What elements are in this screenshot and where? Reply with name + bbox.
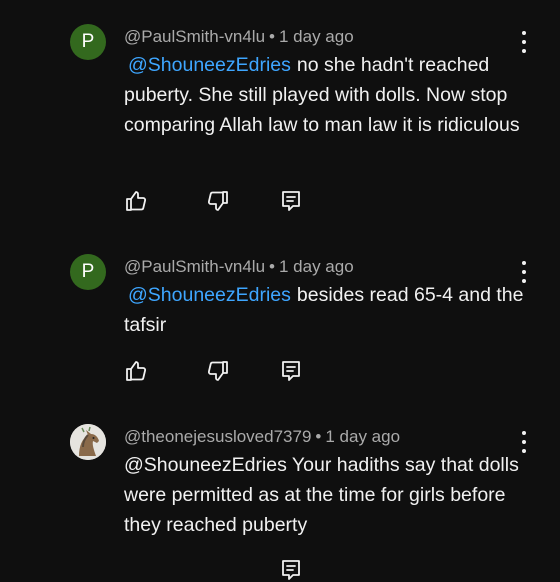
comment-3: @theonejesusloved7379 • 1 day ago @Shounee… — [0, 400, 560, 580]
meta-separator: • — [269, 257, 275, 276]
mention-text: @ShouneezEdries — [124, 454, 287, 476]
meta-separator: • — [269, 27, 275, 46]
comment-time[interactable]: 1 day ago — [279, 27, 354, 46]
mention-link[interactable]: @ShouneezEdries — [128, 284, 291, 306]
author-avatar[interactable]: P — [70, 254, 106, 290]
comment-time[interactable]: 1 day ago — [279, 257, 354, 276]
comment-text: @ShouneezEdries Your hadiths say that dol… — [124, 450, 524, 540]
comment-meta: @PaulSmith-vn4lu • 1 day ago — [124, 27, 354, 47]
reply-comment-icon[interactable] — [279, 359, 303, 383]
comment-text: @ShouneezEdries no she hadn't reached pub… — [124, 50, 524, 140]
reply-comment-icon[interactable] — [279, 558, 303, 582]
author-name[interactable]: @theonejesusloved7379 — [124, 427, 311, 446]
comment-meta: @theonejesusloved7379 • 1 day ago — [124, 427, 400, 447]
comment-time[interactable]: 1 day ago — [325, 427, 400, 446]
comment-2: P @PaulSmith-vn4lu • 1 day ago @ShouneezEd… — [0, 230, 560, 400]
horse-avatar-icon[interactable] — [70, 424, 106, 460]
comment-meta: @PaulSmith-vn4lu • 1 day ago — [124, 257, 354, 277]
thumbs-down-icon[interactable] — [206, 189, 230, 213]
thumbs-up-icon[interactable] — [124, 189, 148, 213]
mention-link[interactable]: @ShouneezEdries — [128, 54, 291, 76]
comment-1: P @PaulSmith-vn4lu • 1 day ago @ShouneezEd… — [0, 0, 560, 230]
meta-separator: • — [315, 427, 322, 446]
thumbs-down-icon[interactable] — [206, 359, 230, 383]
thumbs-up-icon[interactable] — [124, 359, 148, 383]
author-name[interactable]: @PaulSmith-vn4lu — [124, 257, 265, 276]
author-avatar[interactable]: P — [70, 24, 106, 60]
reply-comment-icon[interactable] — [279, 189, 303, 213]
author-name[interactable]: @PaulSmith-vn4lu — [124, 27, 265, 46]
comment-text: @ShouneezEdries besides read 65-4 and the… — [124, 280, 524, 340]
